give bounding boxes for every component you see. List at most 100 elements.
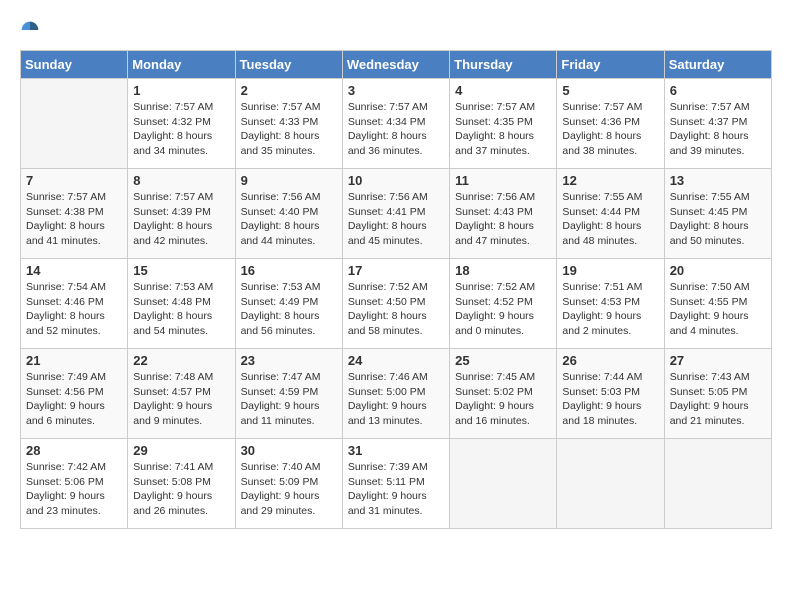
day-info: Sunrise: 7:56 AM Sunset: 4:41 PM Dayligh…: [348, 190, 444, 249]
day-number: 16: [241, 263, 337, 278]
daylight-label: Daylight: 9 hours and 4 minutes.: [670, 310, 749, 337]
calendar-cell: 12 Sunrise: 7:55 AM Sunset: 4:44 PM Dayl…: [557, 169, 664, 259]
calendar-cell: 27 Sunrise: 7:43 AM Sunset: 5:05 PM Dayl…: [664, 349, 771, 439]
sunset-label: Sunset: 4:45 PM: [670, 206, 748, 218]
weekday-header-monday: Monday: [128, 51, 235, 79]
sunset-label: Sunset: 5:00 PM: [348, 386, 426, 398]
sunrise-label: Sunrise: 7:49 AM: [26, 371, 106, 383]
daylight-label: Daylight: 8 hours and 45 minutes.: [348, 220, 427, 247]
day-number: 18: [455, 263, 551, 278]
day-number: 4: [455, 83, 551, 98]
sunset-label: Sunset: 4:35 PM: [455, 116, 533, 128]
day-info: Sunrise: 7:48 AM Sunset: 4:57 PM Dayligh…: [133, 370, 229, 429]
calendar-cell: [21, 79, 128, 169]
sunset-label: Sunset: 5:09 PM: [241, 476, 319, 488]
calendar-cell: 31 Sunrise: 7:39 AM Sunset: 5:11 PM Dayl…: [342, 439, 449, 529]
day-info: Sunrise: 7:57 AM Sunset: 4:38 PM Dayligh…: [26, 190, 122, 249]
sunrise-label: Sunrise: 7:46 AM: [348, 371, 428, 383]
day-info: Sunrise: 7:57 AM Sunset: 4:39 PM Dayligh…: [133, 190, 229, 249]
sunset-label: Sunset: 4:53 PM: [562, 296, 640, 308]
sunrise-label: Sunrise: 7:55 AM: [670, 191, 750, 203]
day-info: Sunrise: 7:45 AM Sunset: 5:02 PM Dayligh…: [455, 370, 551, 429]
day-info: Sunrise: 7:55 AM Sunset: 4:45 PM Dayligh…: [670, 190, 766, 249]
daylight-label: Daylight: 8 hours and 39 minutes.: [670, 130, 749, 157]
day-number: 22: [133, 353, 229, 368]
sunset-label: Sunset: 4:32 PM: [133, 116, 211, 128]
day-number: 25: [455, 353, 551, 368]
calendar-cell: 6 Sunrise: 7:57 AM Sunset: 4:37 PM Dayli…: [664, 79, 771, 169]
day-number: 13: [670, 173, 766, 188]
day-info: Sunrise: 7:57 AM Sunset: 4:36 PM Dayligh…: [562, 100, 658, 159]
sunrise-label: Sunrise: 7:55 AM: [562, 191, 642, 203]
calendar-cell: 4 Sunrise: 7:57 AM Sunset: 4:35 PM Dayli…: [450, 79, 557, 169]
day-info: Sunrise: 7:57 AM Sunset: 4:35 PM Dayligh…: [455, 100, 551, 159]
day-number: 17: [348, 263, 444, 278]
sunrise-label: Sunrise: 7:47 AM: [241, 371, 321, 383]
sunrise-label: Sunrise: 7:57 AM: [133, 191, 213, 203]
sunrise-label: Sunrise: 7:57 AM: [241, 101, 321, 113]
day-info: Sunrise: 7:55 AM Sunset: 4:44 PM Dayligh…: [562, 190, 658, 249]
calendar-cell: 13 Sunrise: 7:55 AM Sunset: 4:45 PM Dayl…: [664, 169, 771, 259]
day-number: 19: [562, 263, 658, 278]
calendar-cell: 25 Sunrise: 7:45 AM Sunset: 5:02 PM Dayl…: [450, 349, 557, 439]
daylight-label: Daylight: 8 hours and 34 minutes.: [133, 130, 212, 157]
day-number: 1: [133, 83, 229, 98]
day-number: 29: [133, 443, 229, 458]
calendar-cell: 28 Sunrise: 7:42 AM Sunset: 5:06 PM Dayl…: [21, 439, 128, 529]
sunset-label: Sunset: 4:55 PM: [670, 296, 748, 308]
day-info: Sunrise: 7:49 AM Sunset: 4:56 PM Dayligh…: [26, 370, 122, 429]
day-number: 31: [348, 443, 444, 458]
sunrise-label: Sunrise: 7:48 AM: [133, 371, 213, 383]
sunset-label: Sunset: 4:52 PM: [455, 296, 533, 308]
sunset-label: Sunset: 4:50 PM: [348, 296, 426, 308]
sunrise-label: Sunrise: 7:57 AM: [133, 101, 213, 113]
logo: [20, 20, 44, 40]
daylight-label: Daylight: 9 hours and 9 minutes.: [133, 400, 212, 427]
calendar-week-1: 1 Sunrise: 7:57 AM Sunset: 4:32 PM Dayli…: [21, 79, 772, 169]
sunset-label: Sunset: 4:37 PM: [670, 116, 748, 128]
calendar-cell: 26 Sunrise: 7:44 AM Sunset: 5:03 PM Dayl…: [557, 349, 664, 439]
calendar-cell: [450, 439, 557, 529]
day-info: Sunrise: 7:57 AM Sunset: 4:37 PM Dayligh…: [670, 100, 766, 159]
calendar-cell: [557, 439, 664, 529]
calendar-cell: 22 Sunrise: 7:48 AM Sunset: 4:57 PM Dayl…: [128, 349, 235, 439]
sunrise-label: Sunrise: 7:41 AM: [133, 461, 213, 473]
day-info: Sunrise: 7:57 AM Sunset: 4:34 PM Dayligh…: [348, 100, 444, 159]
daylight-label: Daylight: 8 hours and 56 minutes.: [241, 310, 320, 337]
page-header: [20, 20, 772, 40]
sunset-label: Sunset: 5:03 PM: [562, 386, 640, 398]
sunset-label: Sunset: 4:36 PM: [562, 116, 640, 128]
day-info: Sunrise: 7:47 AM Sunset: 4:59 PM Dayligh…: [241, 370, 337, 429]
weekday-header-sunday: Sunday: [21, 51, 128, 79]
sunrise-label: Sunrise: 7:52 AM: [348, 281, 428, 293]
daylight-label: Daylight: 9 hours and 31 minutes.: [348, 490, 427, 517]
weekday-header-thursday: Thursday: [450, 51, 557, 79]
logo-icon: [20, 20, 40, 40]
day-number: 20: [670, 263, 766, 278]
daylight-label: Daylight: 9 hours and 21 minutes.: [670, 400, 749, 427]
calendar-cell: 18 Sunrise: 7:52 AM Sunset: 4:52 PM Dayl…: [450, 259, 557, 349]
day-number: 9: [241, 173, 337, 188]
daylight-label: Daylight: 9 hours and 23 minutes.: [26, 490, 105, 517]
day-number: 3: [348, 83, 444, 98]
sunrise-label: Sunrise: 7:53 AM: [241, 281, 321, 293]
sunset-label: Sunset: 5:11 PM: [348, 476, 425, 488]
daylight-label: Daylight: 8 hours and 48 minutes.: [562, 220, 641, 247]
sunrise-label: Sunrise: 7:54 AM: [26, 281, 106, 293]
day-info: Sunrise: 7:42 AM Sunset: 5:06 PM Dayligh…: [26, 460, 122, 519]
daylight-label: Daylight: 9 hours and 29 minutes.: [241, 490, 320, 517]
daylight-label: Daylight: 8 hours and 50 minutes.: [670, 220, 749, 247]
daylight-label: Daylight: 9 hours and 6 minutes.: [26, 400, 105, 427]
day-info: Sunrise: 7:56 AM Sunset: 4:43 PM Dayligh…: [455, 190, 551, 249]
day-number: 5: [562, 83, 658, 98]
day-number: 11: [455, 173, 551, 188]
day-info: Sunrise: 7:43 AM Sunset: 5:05 PM Dayligh…: [670, 370, 766, 429]
sunset-label: Sunset: 5:08 PM: [133, 476, 211, 488]
daylight-label: Daylight: 8 hours and 38 minutes.: [562, 130, 641, 157]
calendar-cell: 11 Sunrise: 7:56 AM Sunset: 4:43 PM Dayl…: [450, 169, 557, 259]
sunrise-label: Sunrise: 7:43 AM: [670, 371, 750, 383]
daylight-label: Daylight: 8 hours and 44 minutes.: [241, 220, 320, 247]
day-info: Sunrise: 7:50 AM Sunset: 4:55 PM Dayligh…: [670, 280, 766, 339]
calendar-cell: 2 Sunrise: 7:57 AM Sunset: 4:33 PM Dayli…: [235, 79, 342, 169]
day-info: Sunrise: 7:54 AM Sunset: 4:46 PM Dayligh…: [26, 280, 122, 339]
